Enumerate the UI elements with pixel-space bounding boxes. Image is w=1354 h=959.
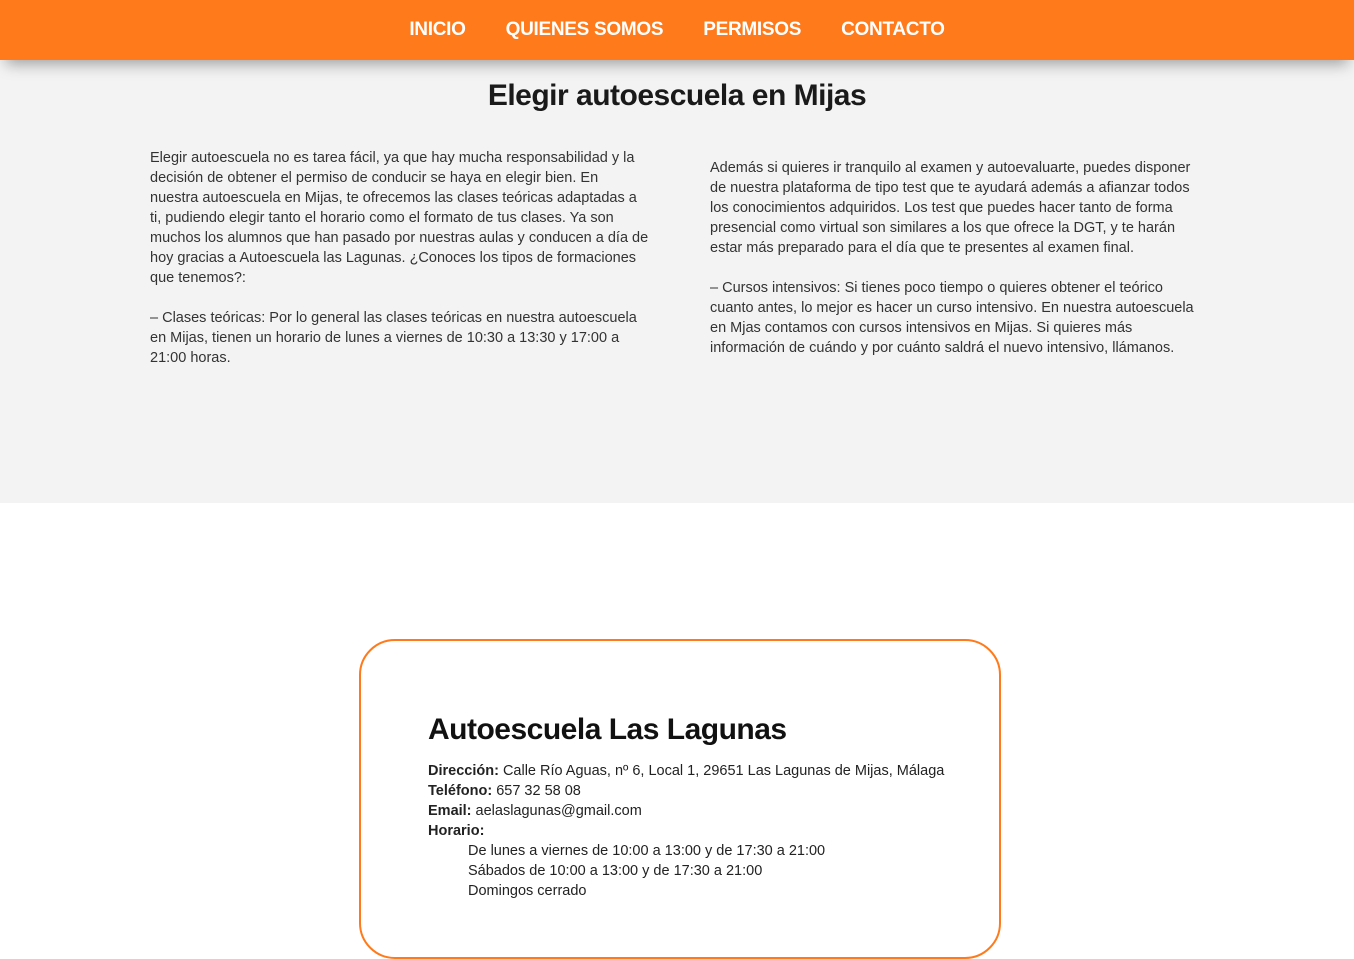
- left-paragraph-2: – Clases teóricas: Por lo general las cl…: [150, 310, 637, 366]
- email-value[interactable]: aelaslagunas@gmail.com: [476, 803, 642, 819]
- email-label: Email:: [428, 803, 476, 819]
- hours-saturday: Sábados de 10:00 a 13:00 y de 17:30 a 21…: [468, 863, 763, 879]
- intro-section: Elegir autoescuela en Mijas Elegir autoe…: [0, 0, 1354, 503]
- page-title: Elegir autoescuela en Mijas: [487, 79, 867, 112]
- right-paragraph-2: – Cursos intensivos: Si tienes poco tiem…: [710, 280, 1194, 356]
- contact-title: Autoescuela Las Lagunas: [428, 713, 787, 746]
- nav-inicio[interactable]: INICIO: [409, 19, 466, 41]
- left-column: Elegir autoescuela no es tarea fácil, ya…: [150, 148, 650, 388]
- address-value: Calle Río Aguas, nº 6, Local 1, 29651 La…: [502, 763, 945, 779]
- address-row: Dirección: Calle Río Aguas, nº 6, Local …: [428, 761, 944, 781]
- left-paragraph-1: Elegir autoescuela no es tarea fácil, ya…: [150, 150, 649, 286]
- contact-card: Autoescuela Las Lagunas Dirección: Calle…: [359, 639, 1001, 959]
- nav-quienes-somos[interactable]: QUIENES SOMOS: [506, 19, 664, 41]
- contact-info: Dirección: Calle Río Aguas, nº 6, Local …: [428, 761, 944, 901]
- nav-contacto[interactable]: CONTACTO: [841, 19, 945, 41]
- hours-sunday: Domingos cerrado: [468, 883, 587, 899]
- nav-permisos[interactable]: PERMISOS: [703, 19, 801, 41]
- phone-value[interactable]: 657 32 58 08: [496, 783, 581, 799]
- email-row: Email: aelaslagunas@gmail.com: [428, 801, 944, 821]
- address-label: Dirección:: [428, 763, 503, 779]
- hours-label: Horario:: [428, 823, 485, 839]
- right-column: Además si quieres ir tranquilo al examen…: [710, 158, 1210, 378]
- right-paragraph-1: Además si quieres ir tranquilo al examen…: [710, 160, 1191, 256]
- hours-row: Horario:: [428, 821, 944, 841]
- phone-label: Teléfono:: [428, 783, 497, 799]
- main-navbar: INICIO QUIENES SOMOS PERMISOS CONTACTO: [0, 0, 1354, 60]
- phone-row: Teléfono: 657 32 58 08: [428, 781, 944, 801]
- hours-weekdays: De lunes a viernes de 10:00 a 13:00 y de…: [468, 843, 826, 859]
